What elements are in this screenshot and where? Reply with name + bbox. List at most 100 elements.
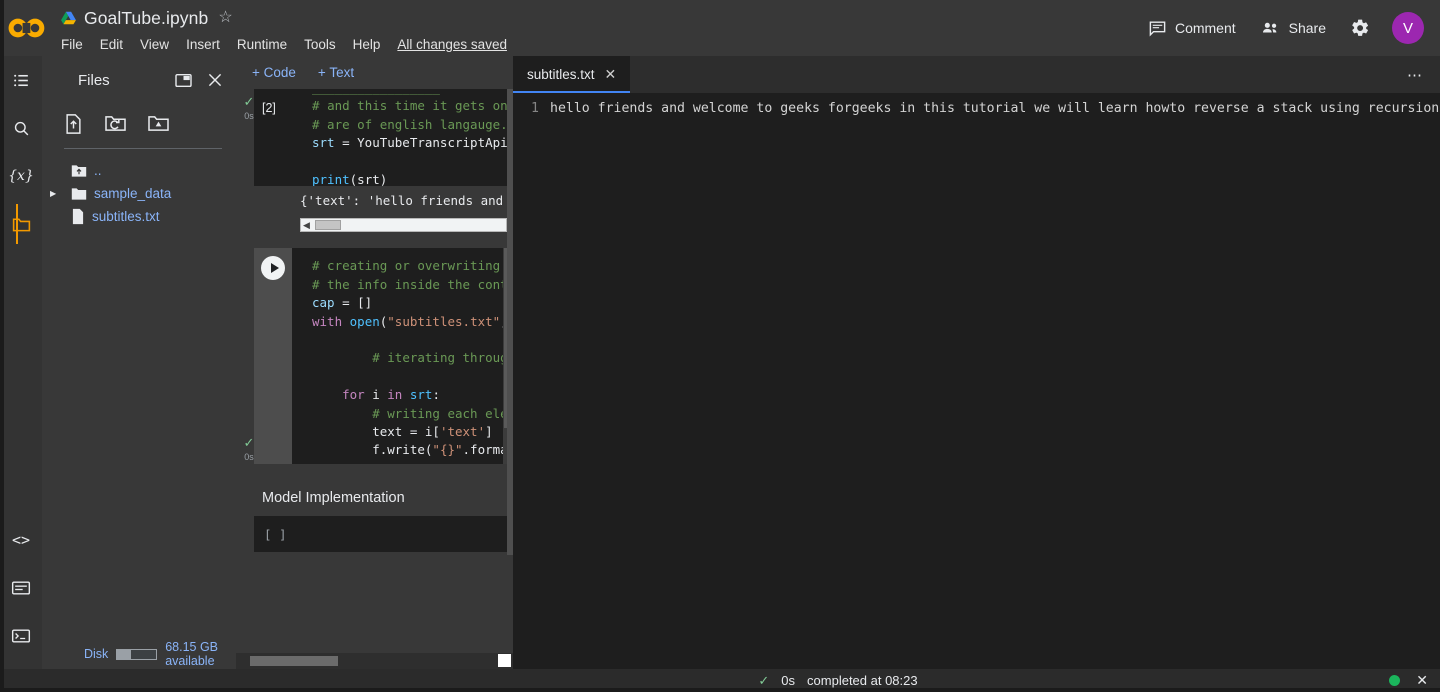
left-rail: {x} <> bbox=[0, 56, 42, 692]
variables-icon: {x} bbox=[8, 168, 34, 184]
title-row: GoalTube.ipynb ☆ bbox=[56, 5, 507, 31]
cell-source[interactable]: # creating or overwriting a # the info i… bbox=[312, 257, 513, 459]
settings-button[interactable] bbox=[1338, 12, 1382, 44]
menu-item-help[interactable]: Help bbox=[353, 37, 381, 52]
add-text-cell-button[interactable]: + Text bbox=[312, 62, 360, 83]
mount-drive-icon[interactable] bbox=[170, 67, 196, 93]
upload-file-icon[interactable] bbox=[64, 113, 83, 139]
notebook-toolbar: + Code + Text bbox=[236, 56, 513, 89]
more-horizontal-icon[interactable]: ⋯ bbox=[1407, 56, 1440, 93]
menu-item-edit[interactable]: Edit bbox=[100, 37, 123, 52]
list-item[interactable]: ▶ sample_data bbox=[42, 182, 236, 205]
save-status[interactable]: All changes saved bbox=[397, 37, 507, 52]
add-code-cell-button[interactable]: + Code bbox=[246, 62, 302, 83]
menu-item-view[interactable]: View bbox=[140, 37, 169, 52]
notebook-cell[interactable]: ✓ 0s # creating or overwriting a # the i… bbox=[236, 248, 513, 465]
cell-source[interactable]: _________________ # and this time it get… bbox=[312, 89, 513, 186]
green-check-icon: ✓ bbox=[758, 672, 770, 688]
comment-button[interactable]: Comment bbox=[1136, 13, 1248, 44]
refresh-folder-icon[interactable] bbox=[105, 114, 126, 138]
code-snippets-icon: <> bbox=[11, 531, 31, 549]
window-edge-left bbox=[0, 0, 4, 692]
comment-icon bbox=[1149, 20, 1166, 37]
people-icon bbox=[1262, 22, 1276, 32]
code-editor[interactable]: # creating or overwriting a # the info i… bbox=[254, 248, 513, 465]
file-icon bbox=[72, 208, 84, 225]
toc-icon bbox=[13, 74, 28, 86]
editor-content[interactable]: 1 hello friends and welcome to geeks for… bbox=[513, 93, 1440, 669]
files-panel-actions bbox=[42, 104, 236, 148]
list-item-label: .. bbox=[94, 163, 102, 178]
cell-output-text: {'text': 'hello friends and w bbox=[300, 193, 513, 208]
status-bar-right: ✕ bbox=[1389, 672, 1428, 689]
disk-usage: Disk 68.15 GB available bbox=[84, 640, 236, 668]
cell-gutter: [2] bbox=[254, 89, 292, 186]
notebook-cell[interactable]: ✓ 0s [2] _________________ # and this ti… bbox=[236, 89, 513, 233]
files-panel-header: Files bbox=[42, 56, 236, 104]
code-editor[interactable]: [2] _________________ # and this time it… bbox=[254, 89, 513, 186]
notebook-cell-empty[interactable]: [ ] bbox=[254, 516, 513, 553]
menu-item-tools[interactable]: Tools bbox=[304, 37, 336, 52]
list-item-label: sample_data bbox=[94, 186, 172, 201]
execution-duration: 0s bbox=[781, 673, 796, 688]
search-icon bbox=[14, 121, 28, 135]
green-check-icon: ✓ bbox=[243, 94, 255, 109]
cell-exec-count: [ ] bbox=[264, 526, 287, 542]
mount-google-drive-icon[interactable] bbox=[148, 114, 169, 138]
play-icon bbox=[270, 263, 279, 274]
editor-tab-subtitles[interactable]: subtitles.txt ✕ bbox=[513, 56, 631, 93]
scroll-left-icon[interactable]: ◀ bbox=[303, 220, 310, 231]
files-panel-title: Files bbox=[78, 71, 110, 89]
disk-available-text: 68.15 GB available bbox=[165, 640, 219, 668]
folder-icon bbox=[12, 217, 30, 231]
terminal-icon bbox=[11, 629, 31, 643]
file-tree: ▶ .. ▶ sample_data ▶ subtitles.txt bbox=[42, 149, 236, 228]
header-actions: Comment Share V bbox=[1136, 0, 1440, 56]
notebook-title[interactable]: GoalTube.ipynb bbox=[84, 8, 208, 29]
share-label: Share bbox=[1288, 20, 1326, 36]
menu-item-insert[interactable]: Insert bbox=[186, 37, 220, 52]
notebook-body: ✓ 0s [2] _________________ # and this ti… bbox=[236, 89, 513, 653]
sidebar-item-terminal[interactable] bbox=[0, 612, 42, 660]
list-item[interactable]: ▶ .. bbox=[42, 159, 236, 182]
menu-bar: File Edit View Insert Runtime Tools Help… bbox=[56, 32, 507, 57]
comment-label: Comment bbox=[1174, 20, 1236, 36]
close-icon[interactable] bbox=[202, 67, 228, 93]
close-icon[interactable]: ✕ bbox=[605, 66, 617, 83]
list-item-label: subtitles.txt bbox=[92, 209, 160, 224]
sidebar-item-command-palette[interactable] bbox=[0, 564, 42, 612]
files-panel: Files ▶ .. ▶ sample_data ▶ bbox=[42, 56, 236, 692]
sidebar-item-files[interactable] bbox=[0, 200, 42, 248]
chevron-right-icon[interactable]: ▶ bbox=[50, 189, 60, 198]
scrollbar-thumb[interactable] bbox=[315, 220, 341, 231]
menu-item-file[interactable]: File bbox=[61, 37, 83, 52]
sidebar-item-search[interactable] bbox=[0, 104, 42, 152]
avatar[interactable]: V bbox=[1392, 12, 1424, 44]
green-check-icon: ✓ bbox=[243, 435, 255, 451]
colab-logo[interactable] bbox=[0, 0, 56, 56]
share-button[interactable]: Share bbox=[1248, 13, 1338, 44]
editor-line: 1 hello friends and welcome to geeks for… bbox=[513, 93, 1440, 118]
execution-message: completed at 08:23 bbox=[807, 673, 918, 688]
gear-icon bbox=[1352, 19, 1369, 36]
command-palette-icon bbox=[11, 581, 31, 595]
close-icon[interactable]: ✕ bbox=[1416, 672, 1428, 689]
sidebar-item-toc[interactable] bbox=[0, 56, 42, 104]
scrollbar-thumb[interactable] bbox=[250, 656, 338, 666]
notebook-hscrollbar[interactable] bbox=[236, 653, 513, 669]
pane-resize-handle[interactable] bbox=[498, 654, 511, 667]
list-item[interactable]: ▶ subtitles.txt bbox=[42, 205, 236, 228]
google-drive-icon bbox=[61, 11, 76, 24]
text-editor-pane: subtitles.txt ✕ ⋯ 1 hello friends and we… bbox=[513, 56, 1440, 669]
menu-item-runtime[interactable]: Runtime bbox=[237, 37, 287, 52]
sidebar-item-code-snippets[interactable]: <> bbox=[0, 516, 42, 564]
sidebar-item-variables[interactable]: {x} bbox=[0, 152, 42, 200]
app-header: GoalTube.ipynb ☆ File Edit View Insert R… bbox=[0, 0, 1440, 56]
markdown-cell[interactable]: Model Implementation bbox=[254, 484, 513, 516]
rail-bottom-group: <> bbox=[0, 516, 42, 660]
output-hscrollbar[interactable]: ◀ bbox=[300, 218, 507, 233]
cell-output: {'text': 'hello friends and w ◀ bbox=[254, 186, 513, 233]
editor-tabbar: subtitles.txt ✕ ⋯ bbox=[513, 56, 1440, 93]
editor-line-text[interactable]: hello friends and welcome to geeks forge… bbox=[550, 99, 1440, 118]
star-outline-icon[interactable]: ☆ bbox=[218, 10, 232, 26]
